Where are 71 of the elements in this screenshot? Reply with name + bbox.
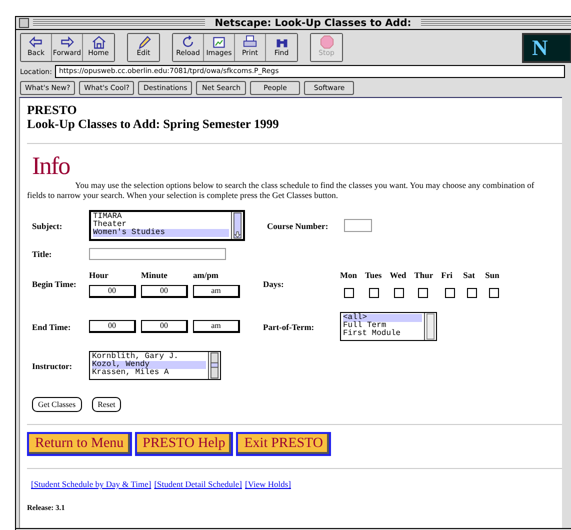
list-option[interactable]: TIMARA: [93, 213, 229, 221]
day-checkbox[interactable]: [489, 288, 500, 298]
list-option[interactable]: Full Term: [343, 322, 422, 330]
field-label: Days:: [263, 279, 285, 289]
day-checkbox[interactable]: [467, 288, 478, 298]
image-icon: [210, 35, 228, 49]
scrollbar[interactable]: [424, 313, 436, 340]
arrow-icon: [58, 35, 76, 49]
link[interactable]: [Student Schedule by Day & Time]: [31, 479, 152, 489]
time-field[interactable]: 00: [89, 320, 136, 333]
scrollbar[interactable]: [208, 352, 220, 379]
time-field[interactable]: 00: [141, 320, 188, 333]
stop-icon: [318, 35, 336, 49]
link[interactable]: [Student Detail Schedule]: [154, 479, 242, 489]
day-checkbox[interactable]: [369, 288, 379, 298]
list-option[interactable]: Theater: [93, 221, 229, 229]
day-checkbox[interactable]: [418, 288, 428, 298]
time-field[interactable]: 00: [141, 285, 188, 298]
logo: N: [522, 33, 571, 63]
arrow-icon: [27, 35, 45, 49]
page-heading: PRESTO: [27, 103, 78, 117]
nav-button[interactable]: Return to Menu: [27, 432, 132, 456]
field-label: Title:: [32, 249, 53, 259]
day-label: Thur: [414, 270, 434, 280]
column-header: Minute: [141, 270, 168, 280]
title-field[interactable]: [89, 248, 226, 260]
list-option[interactable]: <all>: [343, 314, 422, 322]
info-title: Info: [32, 154, 71, 180]
column-header: Hour: [89, 270, 110, 280]
course-number-field[interactable]: [344, 219, 372, 232]
field-label: End Time:: [32, 322, 72, 332]
field-label: Subject:: [32, 220, 64, 230]
day-label: Sun: [485, 270, 500, 280]
nav-button[interactable]: Exit PRESTO: [236, 432, 331, 456]
day-checkbox[interactable]: [344, 288, 354, 298]
form-button[interactable]: Reset: [92, 397, 122, 412]
day-label: Sat: [463, 270, 476, 280]
page-heading: Look-Up Classes to Add: Spring Semester 1999: [27, 117, 280, 131]
list-option[interactable]: First Module: [343, 330, 422, 338]
printer-icon: [241, 35, 259, 49]
nav-button[interactable]: PRESTO Help: [134, 432, 234, 456]
title-bar-stripes[interactable]: [33, 19, 205, 27]
column-header: am/pm: [193, 270, 220, 280]
house-icon: [90, 35, 108, 49]
intro-text: You may use the selection options below to search the class schedule to find the classes you want. You may choose any combination of fields to narrow your search. When your selection is complete press the Get Classes button.: [27, 180, 536, 200]
scrollbar[interactable]: [231, 212, 243, 239]
field-label: Course Number:: [267, 220, 330, 230]
list-option[interactable]: Kornblith, Gary J.: [92, 353, 206, 361]
field-label: Part-of-Term:: [263, 322, 316, 332]
time-field[interactable]: 00: [89, 285, 136, 298]
close-box[interactable]: [19, 18, 29, 28]
list-option[interactable]: Women's Studies: [93, 229, 229, 237]
list-option[interactable]: Kozol, Wendy: [92, 361, 206, 369]
form-button[interactable]: Get Classes: [32, 397, 82, 412]
field-label: Instructor:: [32, 360, 74, 370]
day-label: Fri: [441, 270, 454, 280]
window-title: Netscape: Look-Up Classes to Add:: [214, 18, 412, 28]
title-bar-stripes[interactable]: [421, 19, 571, 27]
day-label: Wed: [390, 270, 406, 280]
instructor-list[interactable]: Kornblith, Gary J. Kozol, Wendy Krassen, Miles A: [89, 351, 221, 380]
day-label: Mon: [340, 270, 357, 280]
field-label: Begin Time:: [32, 279, 78, 289]
day-label: Tues: [365, 270, 382, 280]
day-checkbox[interactable]: [445, 288, 456, 298]
time-field[interactable]: am: [193, 285, 240, 298]
subject-list[interactable]: TIMARA Theater Women's Studies: [89, 210, 245, 241]
day-checkbox[interactable]: [394, 288, 404, 298]
time-field[interactable]: am: [193, 320, 240, 333]
part-of-term-list[interactable]: <all> Full Term First Module: [340, 312, 437, 341]
list-option[interactable]: Krassen, Miles A: [92, 369, 206, 377]
link[interactable]: [View Holds]: [245, 479, 291, 489]
